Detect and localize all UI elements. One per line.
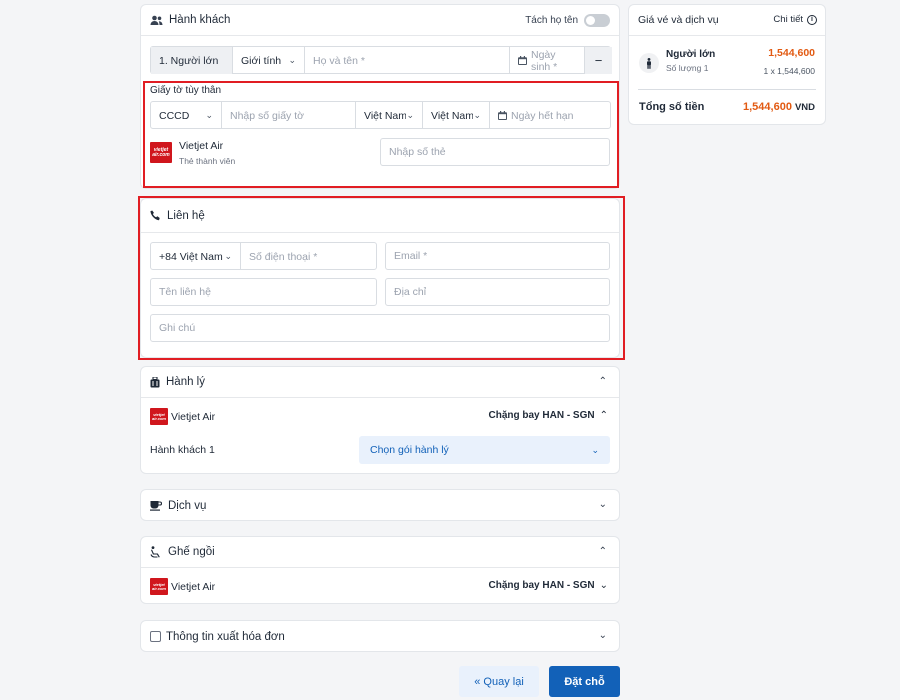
chevron-down-icon[interactable]: ⌄	[599, 630, 607, 641]
passenger-title: Hành khách	[169, 14, 231, 26]
baggage-title: Hành lý	[166, 376, 205, 388]
contact-highlight-frame	[138, 196, 625, 360]
split-name-toggle[interactable]	[584, 14, 610, 27]
seats-airline: Vietjet Air	[171, 581, 216, 593]
baggage-passenger: Hành khách 1	[150, 444, 215, 456]
gender-label: Giới tính	[241, 54, 282, 67]
seats-card: Ghế ngồi ⌃ vietjet air.com Vietjet Air Ch…	[140, 536, 620, 604]
seats-segment-label: Chặng bay HAN - SGN	[488, 580, 595, 591]
chevron-up-icon[interactable]: ⌃	[599, 546, 607, 557]
split-name-label: Tách họ tên	[525, 15, 578, 26]
passenger-type: 1. Người lớn	[151, 47, 233, 74]
adult-quantity: Số lượng 1	[666, 63, 709, 73]
passenger-row: 1. Người lớn Giới tính ⌄ Họ và tên * Ngà…	[150, 46, 612, 74]
adult-price-calc: 1 x 1,544,600	[763, 66, 815, 76]
chevron-down-icon[interactable]: ⌄	[599, 499, 607, 510]
invoice-checkbox[interactable]	[150, 631, 161, 642]
total-currency: VND	[794, 102, 815, 113]
seats-header[interactable]: Ghế ngồi ⌃	[141, 537, 619, 568]
summary-card: Giá vé và dịch vụ Chi tiết i Người lớn S…	[628, 4, 826, 125]
gender-select[interactable]: Giới tính ⌄	[233, 47, 305, 74]
seat-icon	[150, 546, 162, 558]
baggage-select[interactable]: Chọn gói hành lý ⌄	[359, 436, 610, 464]
adult-price: 1,544,600	[768, 47, 815, 59]
summary-detail-link[interactable]: Chi tiết i	[773, 14, 817, 25]
dob-placeholder: Ngày sinh *	[531, 48, 558, 73]
vietjet-logo-icon: vietjet air.com	[150, 578, 168, 595]
dob-input[interactable]: Ngày sinh *	[510, 47, 585, 74]
passenger-header: Hành khách Tách họ tên	[141, 5, 619, 36]
baggage-segment[interactable]: Chặng bay HAN - SGN ⌃	[488, 410, 608, 421]
chevron-up-icon: ⌃	[599, 410, 608, 421]
chevron-down-icon: ⌄	[288, 55, 296, 65]
summary-title: Giá vé và dịch vụ	[638, 14, 719, 26]
services-card: Dịch vụ ⌄	[140, 489, 620, 521]
chevron-down-icon: ⌄	[591, 444, 599, 455]
services-header[interactable]: Dịch vụ ⌄	[141, 490, 619, 521]
vietjet-logo-icon: vietjet air.com	[150, 408, 168, 425]
suitcase-icon	[150, 376, 160, 388]
remove-passenger-button[interactable]: −	[585, 47, 612, 74]
total-value: 1,544,600	[743, 101, 792, 113]
calendar-icon	[518, 56, 527, 65]
seats-segment[interactable]: Chặng bay HAN - SGN ⌄	[488, 580, 608, 591]
chevron-down-icon: ⌄	[599, 580, 608, 591]
chevron-up-icon[interactable]: ⌃	[599, 376, 607, 387]
fullname-input[interactable]: Họ và tên *	[305, 47, 510, 74]
adult-label: Người lớn	[666, 49, 716, 60]
baggage-card: Hành lý ⌃ vietjet air.com Vietjet Air Chặ…	[140, 366, 620, 474]
users-icon	[150, 15, 163, 26]
invoice-header[interactable]: Thông tin xuất hóa đơn ⌄	[141, 621, 619, 652]
total-label: Tổng số tiền	[639, 101, 705, 113]
invoice-title: Thông tin xuất hóa đơn	[166, 630, 285, 643]
baggage-airline: Vietjet Air	[171, 411, 216, 423]
summary-divider	[638, 89, 816, 90]
info-icon: i	[807, 14, 817, 25]
services-title: Dịch vụ	[168, 499, 207, 512]
baggage-segment-label: Chặng bay HAN - SGN	[488, 410, 595, 421]
adult-person-icon	[639, 53, 659, 73]
invoice-card: Thông tin xuất hóa đơn ⌄	[140, 620, 620, 652]
summary-divider	[629, 35, 825, 36]
summary-detail-label: Chi tiết	[773, 14, 803, 25]
coffee-cup-icon	[150, 500, 162, 511]
id-doc-highlight-frame	[143, 81, 619, 188]
total-amount: 1,544,600 VND	[743, 101, 815, 113]
seats-title: Ghế ngồi	[168, 546, 215, 558]
baggage-select-label: Chọn gói hành lý	[370, 444, 449, 456]
back-button[interactable]: « Quay lại	[459, 666, 539, 697]
baggage-header[interactable]: Hành lý ⌃	[141, 367, 619, 398]
book-button[interactable]: Đặt chỗ	[549, 666, 620, 697]
